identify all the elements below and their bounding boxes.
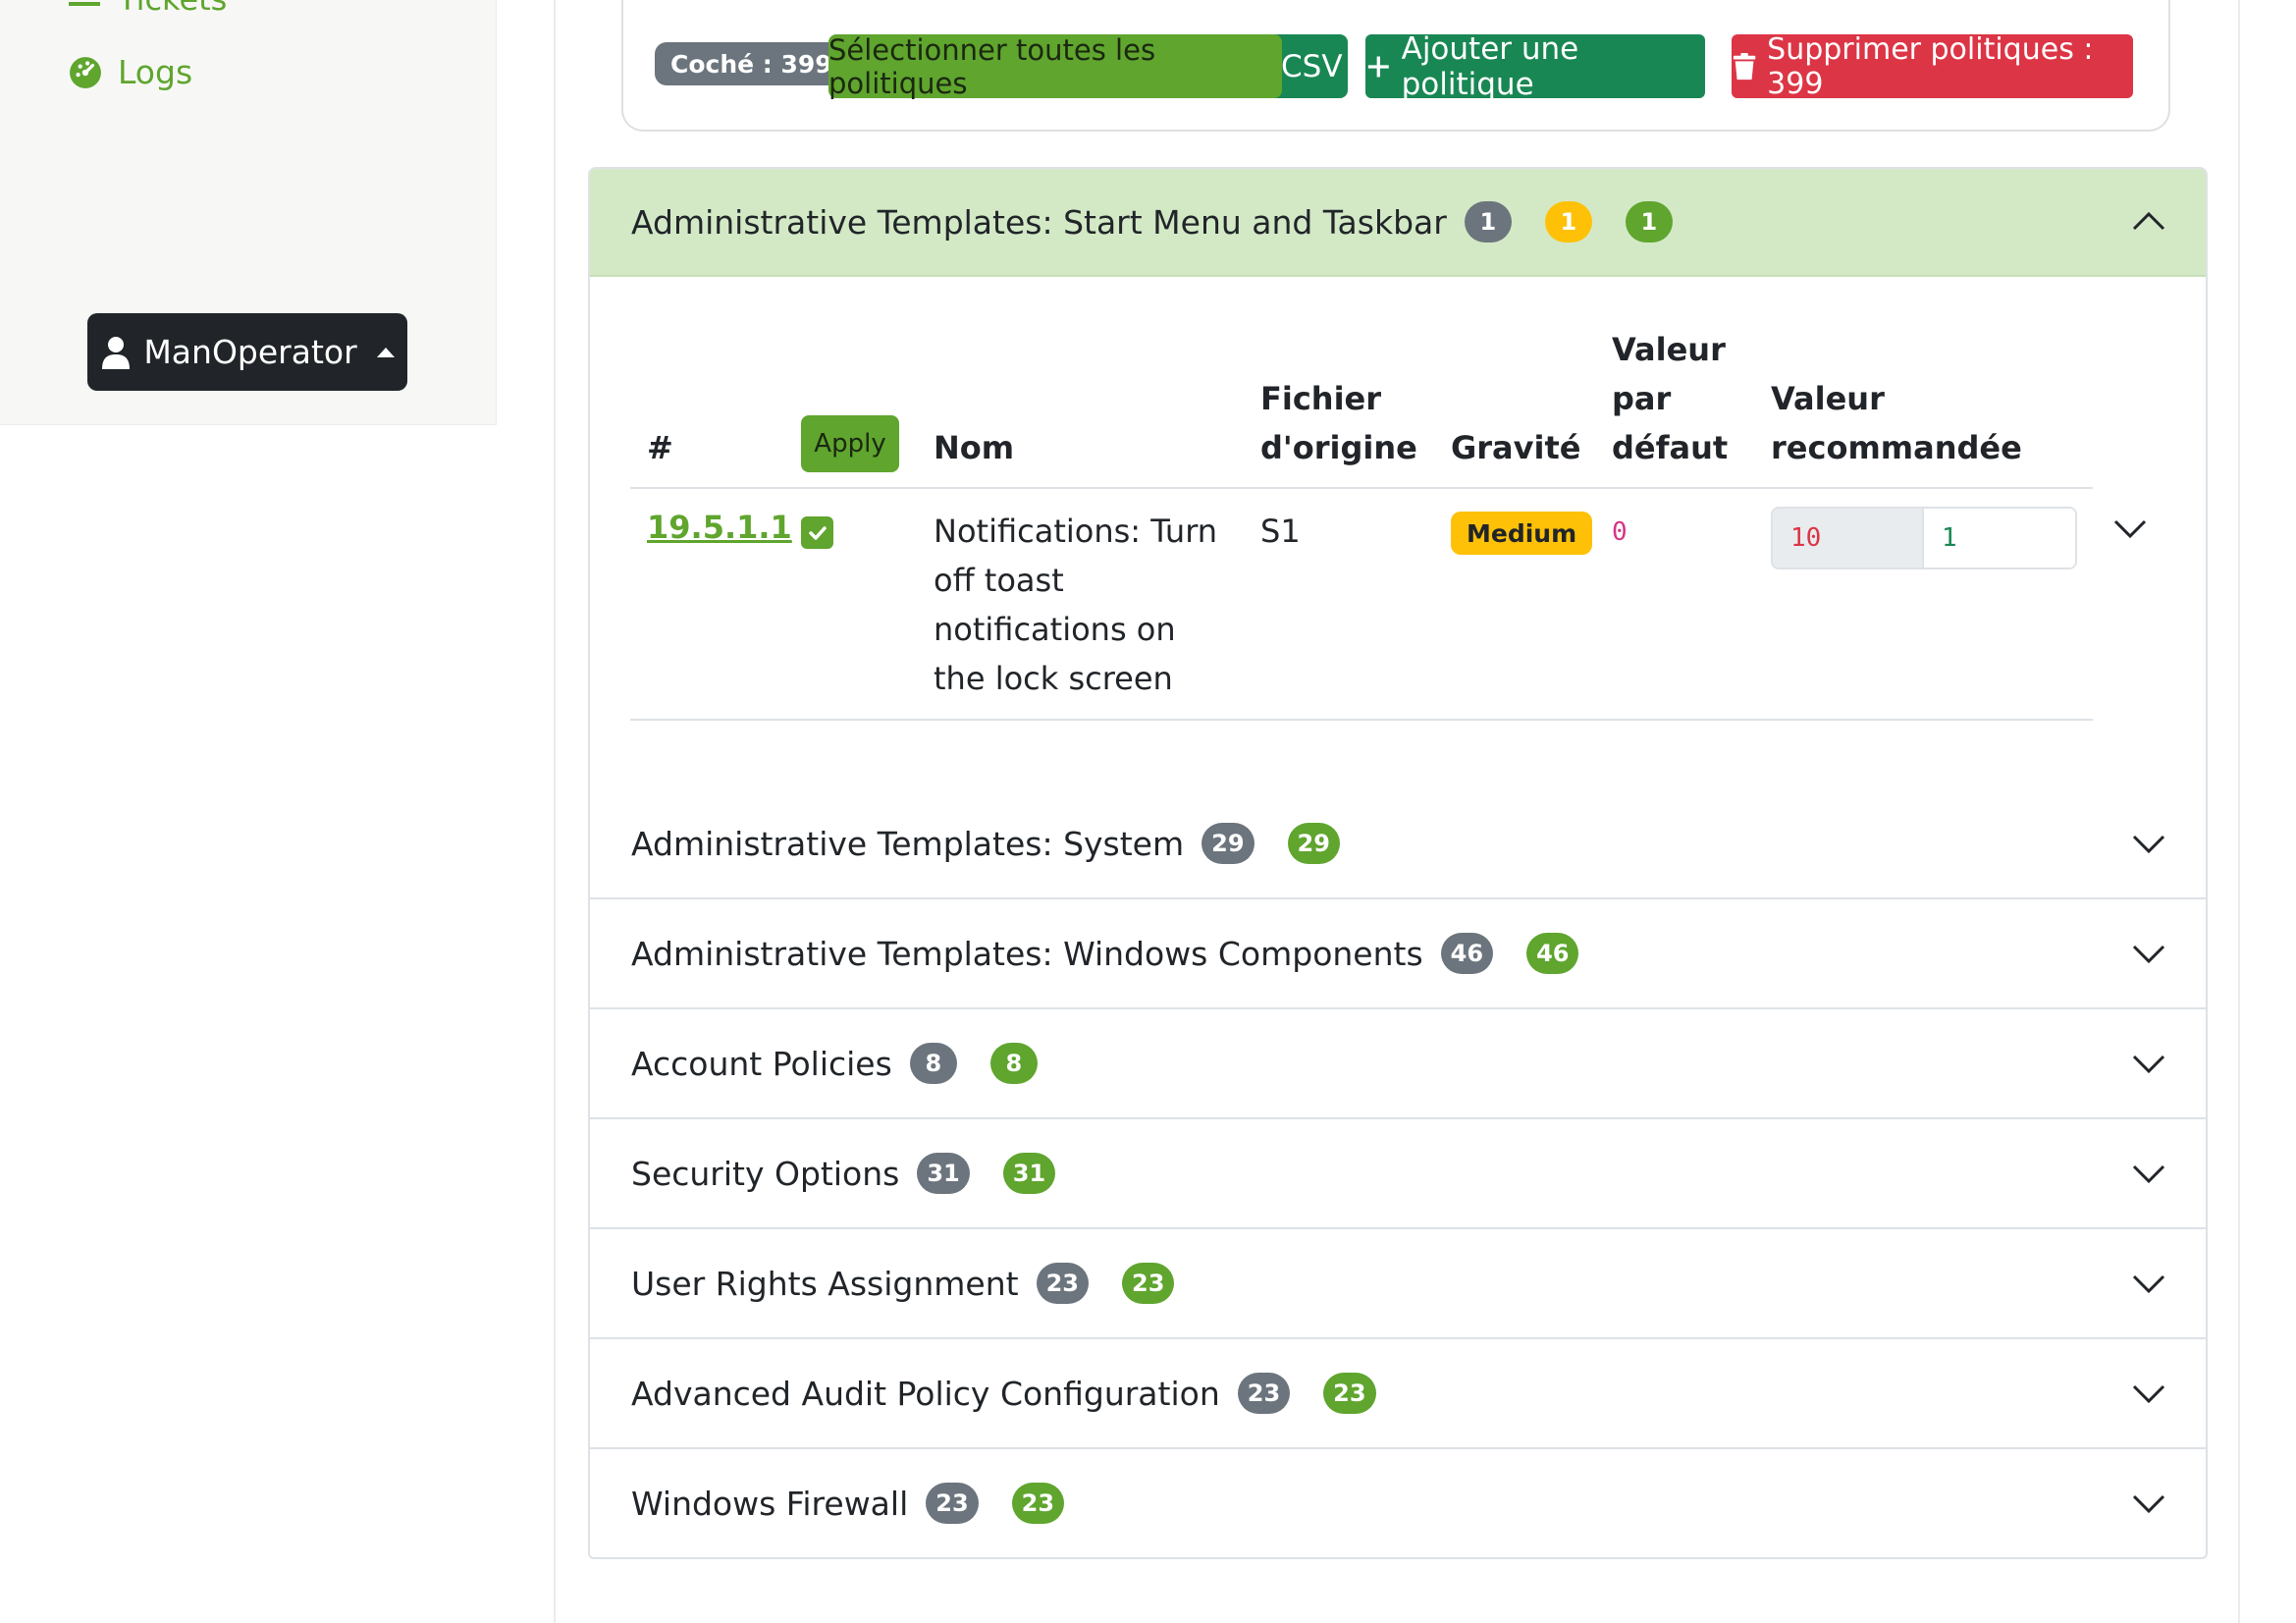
recommended-value-group: 10 1 xyxy=(1771,507,2077,569)
accordion-item[interactable]: Windows Firewall 23 23 xyxy=(588,1449,2208,1559)
sidebar: Tickets Logs ManOperator xyxy=(0,0,497,425)
policy-source-file: S1 xyxy=(1260,513,1301,550)
default-value: 0 xyxy=(1612,517,1628,547)
user-name: ManOperator xyxy=(143,333,357,371)
current-value-field: 10 xyxy=(1773,509,1924,568)
table-row-divider xyxy=(630,719,2093,721)
accordion-header-start-menu-taskbar[interactable]: Administrative Templates: Start Menu and… xyxy=(590,169,2206,277)
caret-up-icon xyxy=(376,347,395,357)
content-divider xyxy=(554,0,556,1623)
select-all-button[interactable]: Sélectionner toutes les politiques xyxy=(828,33,1282,100)
column-header-severity: Gravité xyxy=(1451,429,1581,466)
section-title: Security Options xyxy=(631,1154,900,1193)
delete-policies-button[interactable]: Supprimer politiques : 399 xyxy=(1732,31,2133,101)
accordion-item[interactable]: Advanced Audit Policy Configuration 23 2… xyxy=(588,1339,2208,1449)
chevron-down-icon[interactable] xyxy=(2131,1266,2166,1301)
chevron-down-icon[interactable] xyxy=(2112,511,2148,546)
severity-badge: Medium xyxy=(1451,512,1593,555)
content-divider-right xyxy=(2238,0,2240,1623)
warning-count-badge: 1 xyxy=(1544,201,1592,243)
ok-count-badge: 23 xyxy=(1323,1373,1376,1414)
section-title: Administrative Templates: Start Menu and… xyxy=(631,202,1447,242)
chevron-down-icon[interactable] xyxy=(2131,1046,2166,1081)
section-title: User Rights Assignment xyxy=(631,1264,1019,1303)
csv-label: CSV xyxy=(1281,48,1343,84)
chevron-down-icon[interactable] xyxy=(2131,936,2166,971)
table-header-divider xyxy=(630,487,2093,489)
ok-count-badge: 23 xyxy=(1122,1263,1175,1304)
policy-name: Notifications: Turn off toast notificati… xyxy=(934,513,1218,697)
accordion-item[interactable]: User Rights Assignment 23 23 xyxy=(588,1229,2208,1339)
dashboard-gauge-icon xyxy=(70,56,101,88)
section-title: Administrative Templates: Windows Compon… xyxy=(631,934,1423,973)
total-count-badge: 31 xyxy=(917,1153,970,1194)
tickets-icon[interactable] xyxy=(69,0,100,6)
ok-count-badge: 46 xyxy=(1526,933,1579,974)
column-header-file: Fichier d'origine xyxy=(1260,380,1417,466)
column-header-default: Valeur par défaut xyxy=(1612,331,1729,466)
policy-id-link[interactable]: 19.5.1.1 xyxy=(647,509,792,546)
add-policy-label: Ajouter une politique xyxy=(1401,30,1579,102)
chevron-down-icon[interactable] xyxy=(2131,1156,2166,1191)
total-count-badge: 23 xyxy=(926,1483,979,1524)
accordion-item[interactable]: Security Options 31 31 xyxy=(588,1119,2208,1229)
policy-checkbox[interactable] xyxy=(801,516,833,549)
accordion-item[interactable]: Account Policies 8 8 xyxy=(588,1009,2208,1119)
delete-policies-label: Supprimer politiques : 399 xyxy=(1767,31,2094,101)
section-title: Advanced Audit Policy Configuration xyxy=(631,1374,1220,1413)
recommended-value-input[interactable]: 1 xyxy=(1924,509,2075,568)
section-title: Windows Firewall xyxy=(631,1484,909,1523)
check-icon xyxy=(808,525,827,540)
plus-icon xyxy=(1367,56,1389,77)
trash-icon xyxy=(1733,52,1756,80)
column-header-index: # xyxy=(647,429,673,466)
user-icon xyxy=(102,336,131,369)
chevron-down-icon[interactable] xyxy=(2131,826,2166,861)
chevron-down-icon[interactable] xyxy=(2131,1486,2166,1521)
apply-button[interactable]: Apply xyxy=(801,415,899,472)
ok-count-badge: 31 xyxy=(1002,1153,1056,1194)
total-count-badge: 1 xyxy=(1464,201,1512,243)
column-header-recommended: Valeur recommandée xyxy=(1771,380,2022,466)
add-policy-button[interactable]: Ajouter une politique xyxy=(1365,31,1705,102)
total-count-badge: 29 xyxy=(1201,823,1255,864)
total-count-badge: 23 xyxy=(1036,1263,1089,1304)
section-title: Administrative Templates: System xyxy=(631,824,1185,863)
chevron-down-icon[interactable] xyxy=(2131,1376,2166,1411)
ok-count-badge: 8 xyxy=(989,1043,1038,1084)
user-menu-button[interactable]: ManOperator xyxy=(87,313,407,391)
column-header-name: Nom xyxy=(934,429,1015,466)
ok-count-badge: 1 xyxy=(1625,201,1673,243)
total-count-badge: 23 xyxy=(1237,1373,1291,1414)
checked-count-badge: Coché : 399 xyxy=(655,42,848,85)
sidebar-item-tickets[interactable]: Tickets xyxy=(118,0,227,18)
accordion-item[interactable]: Administrative Templates: System 29 29 xyxy=(588,789,2208,899)
section-title: Account Policies xyxy=(631,1044,892,1083)
total-count-badge: 8 xyxy=(909,1043,957,1084)
total-count-badge: 46 xyxy=(1440,933,1494,974)
accordion-item[interactable]: Administrative Templates: Windows Compon… xyxy=(588,899,2208,1009)
sidebar-item-logs-label: Logs xyxy=(118,53,193,91)
sidebar-item-logs[interactable]: Logs xyxy=(69,53,192,91)
ok-count-badge: 23 xyxy=(1011,1483,1065,1524)
ok-count-badge: 29 xyxy=(1287,823,1340,864)
accordion-start-menu-taskbar: Administrative Templates: Start Menu and… xyxy=(588,167,2208,791)
chevron-up-icon[interactable] xyxy=(2131,204,2166,240)
